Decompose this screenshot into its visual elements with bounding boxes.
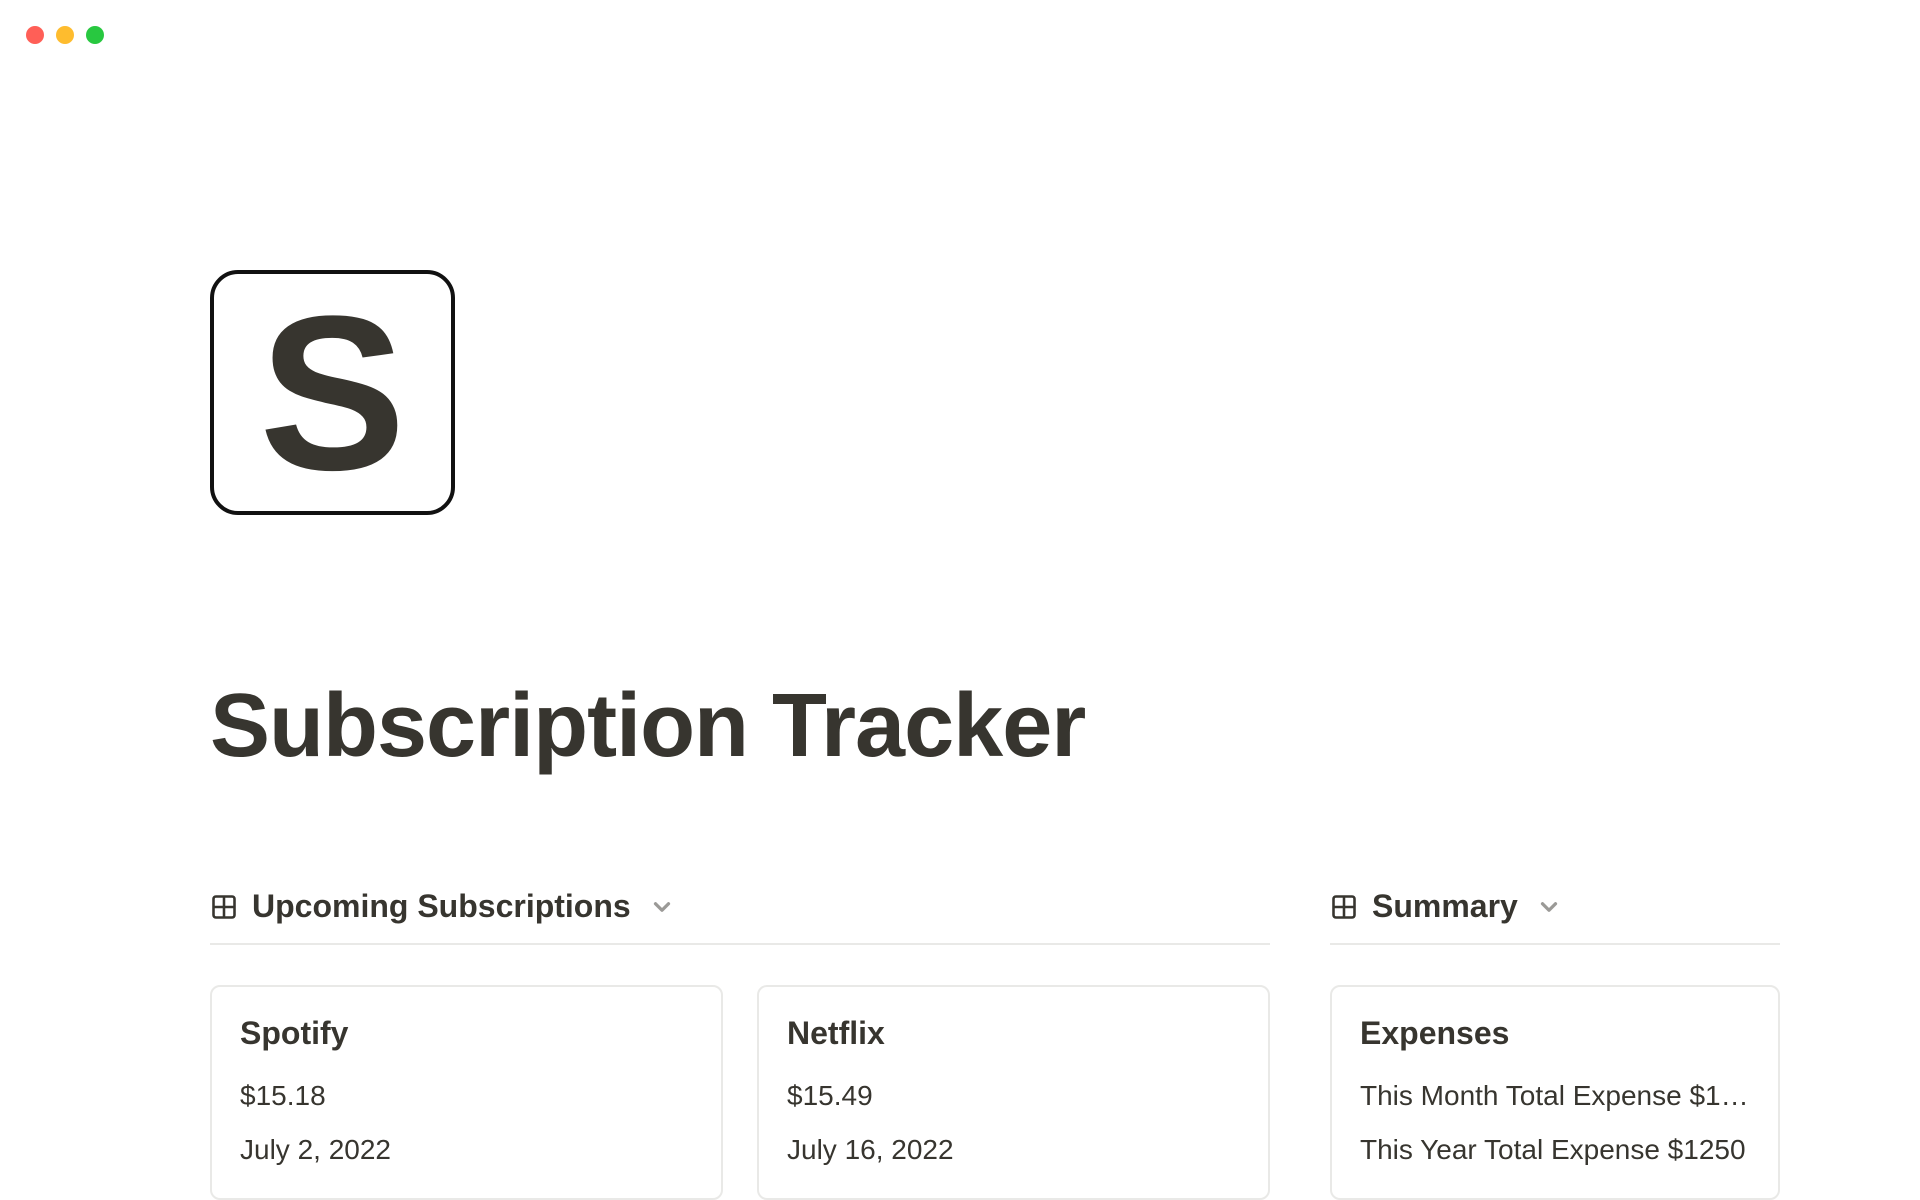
subscription-name: Netflix [787,1015,1240,1052]
subscription-card[interactable]: Spotify $15.18 July 2, 2022 [210,985,723,1200]
subscription-price: $15.18 [240,1080,693,1112]
upcoming-cards-row: Spotify $15.18 July 2, 2022 Netflix $15.… [210,985,1270,1200]
page-icon-letter: S [259,283,406,503]
summary-card[interactable]: Expenses This Month Total Expense $122.…… [1330,985,1780,1200]
page-content: S Subscription Tracker Upcoming Subscrip… [210,270,1820,1200]
summary-section-header[interactable]: Summary [1330,888,1780,945]
subscription-name: Spotify [240,1015,693,1052]
window-zoom-button[interactable] [86,26,104,44]
subscription-date: July 2, 2022 [240,1134,693,1166]
page-icon[interactable]: S [210,270,455,515]
summary-card-title: Expenses [1360,1015,1750,1052]
upcoming-column: Upcoming Subscriptions Spotify $15.18 Ju… [210,888,1270,1200]
subscription-card[interactable]: Netflix $15.49 July 16, 2022 [757,985,1270,1200]
summary-section-label: Summary [1372,888,1518,925]
gallery-view-icon [210,893,238,921]
subscription-price: $15.49 [787,1080,1240,1112]
page-title: Subscription Tracker [210,675,1820,778]
window-traffic-lights [26,26,104,44]
upcoming-section-header[interactable]: Upcoming Subscriptions [210,888,1270,945]
upcoming-section-label: Upcoming Subscriptions [252,888,631,925]
window-close-button[interactable] [26,26,44,44]
columns: Upcoming Subscriptions Spotify $15.18 Ju… [210,888,1820,1200]
gallery-view-icon [1330,893,1358,921]
chevron-down-icon [649,894,675,920]
chevron-down-icon [1536,894,1562,920]
summary-column: Summary Expenses This Month Total Expens… [1330,888,1780,1200]
subscription-date: July 16, 2022 [787,1134,1240,1166]
window-minimize-button[interactable] [56,26,74,44]
summary-month-expense: This Month Total Expense $122.… [1360,1080,1750,1112]
summary-year-expense: This Year Total Expense $1250 [1360,1134,1750,1166]
